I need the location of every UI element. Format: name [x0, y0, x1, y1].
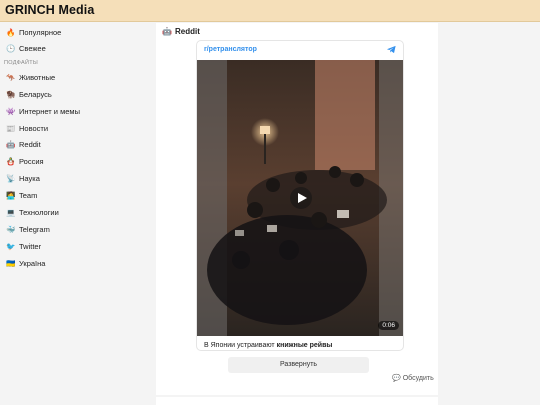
sidebar-item-label: Россия	[19, 156, 44, 166]
app-logo[interactable]: GRINCH Media	[5, 3, 94, 17]
sidebar-item-label: Популярное	[19, 27, 62, 37]
sidebar-item-label: Животные	[19, 72, 56, 82]
sidebar-item-science[interactable]: 📡 Наука	[6, 171, 40, 185]
ukraine-flag-icon: 🇺🇦	[6, 258, 16, 268]
sidebar-item-label: Новости	[19, 123, 49, 133]
sidebar-item-twitter[interactable]: 🐦 Twitter	[6, 239, 41, 253]
feed-title[interactable]: 🤖 Reddit	[162, 27, 200, 36]
sidebar-item-fresh[interactable]: 🕒 Свежее	[6, 41, 46, 55]
sidebar-item-russia[interactable]: 🪆 Россия	[6, 154, 44, 168]
sidebar-item-label: Беларусь	[19, 89, 52, 99]
robot-icon: 🤖	[162, 27, 172, 36]
sidebar-item-belarus[interactable]: 🦬 Беларусь	[6, 87, 52, 101]
technologist-icon: 🧑‍💻	[6, 190, 16, 200]
sidebar-item-label: Team	[19, 190, 38, 200]
bird-icon: 🐦	[6, 241, 16, 251]
sidebar-item-label: Telegram	[19, 224, 50, 234]
section-label: ПОДФАЙТЫ	[4, 60, 39, 66]
sidebar-item-label: Интернет и мемы	[19, 106, 80, 116]
sidebar-item-news[interactable]: 📰 Новости	[6, 121, 48, 135]
discuss-link[interactable]: 💬 Обсудить	[392, 374, 434, 383]
post-caption: В Японии устраивают книжные рейвы	[204, 342, 332, 349]
sidebar-item-ukraine[interactable]: 🇺🇦 Україна	[6, 256, 45, 270]
sidebar-item-label: Reddit	[19, 139, 41, 149]
top-bar: GRINCH Media	[0, 0, 540, 22]
video-player[interactable]: 0:06	[197, 60, 403, 336]
post-source-link[interactable]: r/ретранслятор	[204, 46, 257, 53]
sidebar-item-animals[interactable]: 🦘 Животные	[6, 70, 55, 84]
speech-bubble-icon: 💬	[392, 375, 401, 382]
sidebar-item-label: Україна	[19, 258, 46, 268]
sidebar-item-label: Свежее	[19, 43, 46, 53]
telegram-icon[interactable]	[386, 44, 397, 55]
sidebar-item-label: Twitter	[19, 241, 42, 251]
feed-column: 🤖 Reddit r/ретранслятор 0:06 В Японии ус…	[156, 23, 438, 395]
expand-button[interactable]: Развернуть	[228, 357, 369, 373]
caption-bold-text: книжные рейвы	[276, 342, 333, 349]
fire-icon: 🔥	[6, 27, 16, 37]
alien-icon: 👾	[6, 106, 16, 116]
caption-text: В Японии устраивают	[204, 342, 277, 349]
sidebar: 🔥 Популярное 🕒 Свежее ПОДФАЙТЫ 🦘 Животны…	[0, 23, 155, 405]
video-duration: 0:06	[378, 321, 399, 330]
sidebar-item-internet-memes[interactable]: 👾 Интернет и мемы	[6, 104, 80, 118]
kangaroo-icon: 🦘	[6, 72, 16, 82]
sidebar-item-technology[interactable]: 💻 Технологии	[6, 205, 59, 219]
sidebar-item-team[interactable]: 🧑‍💻 Team	[6, 188, 37, 202]
sidebar-item-reddit[interactable]: 🤖 Reddit	[6, 137, 41, 151]
newspaper-icon: 📰	[6, 123, 16, 133]
next-feed-block	[156, 397, 438, 405]
discuss-label: Обсудить	[402, 374, 434, 382]
clock-icon: 🕒	[6, 43, 16, 53]
sidebar-item-label: Технологии	[19, 207, 59, 217]
bison-icon: 🦬	[6, 89, 16, 99]
sidebar-item-label: Наука	[19, 173, 40, 183]
play-button[interactable]	[290, 187, 312, 209]
robot-icon: 🤖	[6, 139, 16, 149]
laptop-icon: 💻	[6, 207, 16, 217]
whale-icon: 🐳	[6, 224, 16, 234]
sidebar-item-telegram[interactable]: 🐳 Telegram	[6, 222, 50, 236]
matryoshka-icon: 🪆	[6, 156, 16, 166]
satellite-icon: 📡	[6, 173, 16, 183]
feed-title-label: Reddit	[174, 27, 200, 36]
post-card: r/ретранслятор 0:06 В Японии устраивают …	[196, 40, 404, 351]
sidebar-item-popular[interactable]: 🔥 Популярное	[6, 25, 61, 39]
